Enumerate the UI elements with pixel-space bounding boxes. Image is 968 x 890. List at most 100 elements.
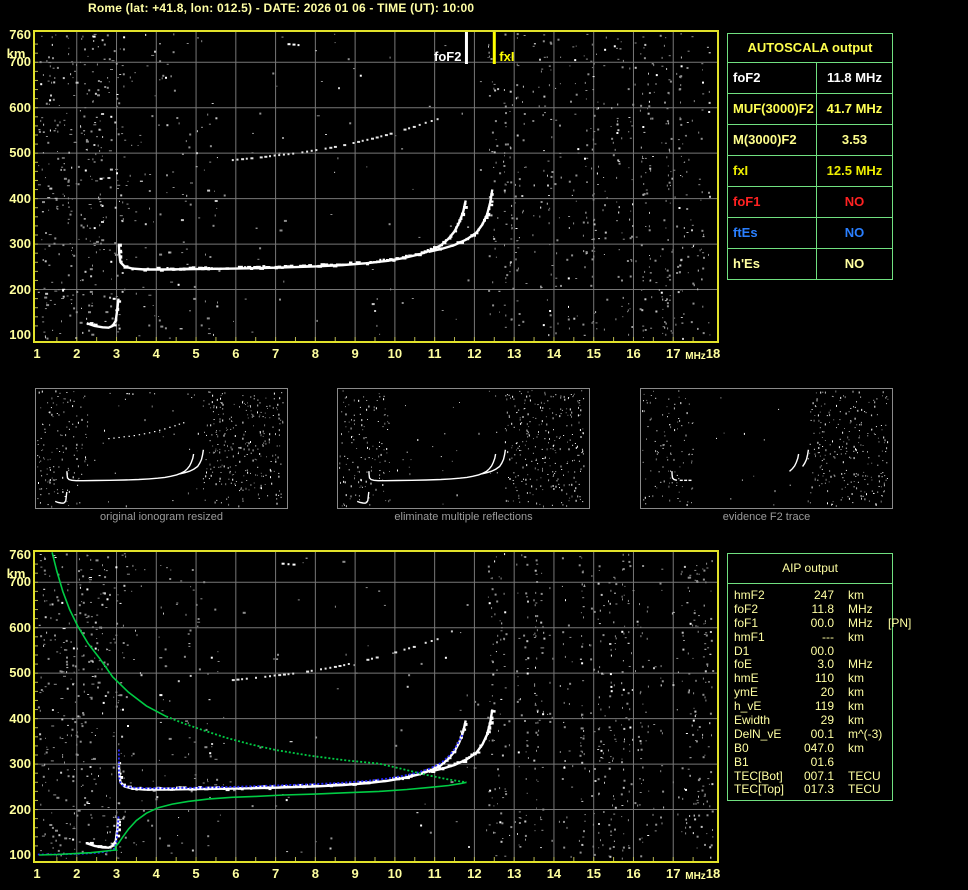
- marker-fxI: fxI: [492, 31, 514, 64]
- x-tick-label: 11: [427, 346, 442, 361]
- y-tick-label: 300: [9, 756, 31, 772]
- x-tick-label: 16: [626, 866, 641, 881]
- thumbnail-caption: evidence F2 trace: [722, 511, 811, 523]
- aip-value: 20: [820, 685, 834, 700]
- parameter-value: 41.7 MHz: [826, 101, 883, 116]
- y-tick-label: 100: [9, 846, 31, 862]
- parameter-name: M(3000)F2: [728, 125, 817, 155]
- ionogram-plot-profile: [33, 550, 719, 863]
- second-hop-echo: [231, 638, 439, 682]
- parameter-value: NO: [844, 194, 865, 209]
- aip-extra: [888, 631, 892, 645]
- aip-unit: TECU: [848, 768, 881, 783]
- aip-unit: [848, 645, 888, 659]
- parameter-name: MUF(3000)F2: [728, 94, 817, 124]
- aip-row-hve: h_vE 119 km: [734, 699, 892, 714]
- x-tick-label: 7: [271, 866, 280, 881]
- aip-label: ymE: [734, 685, 758, 700]
- svg-text:foF2: foF2: [434, 49, 461, 64]
- thumbnail-caption: eliminate multiple reflections: [394, 511, 533, 523]
- aip-extra: [888, 686, 892, 700]
- aip-value: 007.1: [803, 768, 834, 783]
- thumbnail-evidence-f2-trace: [640, 388, 893, 509]
- x-tick-label: 8: [311, 346, 319, 361]
- parameter-name: ftEs: [728, 218, 817, 248]
- aip-extra: [888, 672, 892, 686]
- x-tick-label: 1: [33, 346, 41, 361]
- x-tick-label: 4: [152, 346, 160, 361]
- aip-value: 110: [814, 671, 834, 686]
- aip-output-table: AIP output hmF2 247 km foF2 11.8 MHz foF1 00.0 M…: [727, 553, 911, 801]
- x-tick-label: 17: [666, 346, 681, 361]
- second-hop-echo: [231, 118, 439, 162]
- aip-value: 01.6: [810, 754, 834, 769]
- parameter-name: foF2: [728, 63, 817, 93]
- aip-unit: km: [848, 740, 864, 755]
- parameter-value: 11.8 MHz: [827, 70, 882, 85]
- aip-unit: km: [848, 713, 864, 728]
- aip-row-b0: B0 047.0 km: [734, 740, 892, 756]
- aip-label: D1: [734, 643, 750, 658]
- aip-value: 047.0: [803, 740, 834, 755]
- aip-unit: [848, 756, 888, 770]
- x-tick-label: 13: [506, 346, 522, 361]
- aip-unit: km: [848, 699, 864, 714]
- aip-unit: TECU: [848, 782, 881, 797]
- minor-ticks: [35, 43, 694, 341]
- y-tick-label: 500: [9, 145, 31, 161]
- aip-row-fof1: foF1 00.0 MHz [PN]: [734, 615, 911, 631]
- aip-row-foe: foE 3.0 MHz: [734, 658, 892, 672]
- x-tick-label: 16: [626, 346, 641, 361]
- aip-extra: [888, 645, 892, 659]
- parameter-name: h'Es: [728, 249, 817, 279]
- grid: [35, 552, 717, 861]
- aip-label: TEC[Top]: [734, 782, 785, 797]
- y-tick-label: 200: [9, 801, 31, 817]
- autoscala-row-fof2: foF2 11.8 MHz: [728, 63, 892, 94]
- thumbnail-caption: original ionogram resized: [100, 511, 223, 523]
- aip-unit: MHz: [848, 615, 873, 630]
- ionogram-plot-scaled: foF2 fxI: [33, 30, 719, 343]
- aip-extra: [888, 728, 892, 742]
- autoscala-row-ftes: ftEs NO: [728, 218, 892, 249]
- x-tick-label: 9: [351, 346, 359, 361]
- aip-label: hmF1: [734, 629, 765, 644]
- grid: [35, 32, 717, 341]
- aip-extra: [PN]: [888, 615, 912, 630]
- x-tick-label: 11: [427, 866, 442, 881]
- aip-row-tectop: TEC[Top] 017.3 TECU: [734, 783, 892, 797]
- x-tick-label: 10: [387, 346, 403, 361]
- aip-value: 00.0: [810, 615, 834, 630]
- parameter-name: foF1: [728, 187, 817, 217]
- aip-row-d1: D1 00.0: [734, 643, 892, 659]
- aip-value: 119: [814, 699, 834, 714]
- aip-value: 00.1: [810, 726, 834, 741]
- third-hop-fragments: [281, 562, 296, 566]
- autoscala-output-table-header: AUTOSCALA output: [728, 34, 892, 63]
- marker-foF2: foF2: [434, 31, 468, 64]
- autoscala-output-table: AUTOSCALA output foF2 11.8 MHz MUF(3000)F2…: [727, 33, 893, 280]
- x-axis-unit: MHz: [685, 871, 706, 882]
- y-tick-label: 400: [9, 190, 31, 206]
- aip-label: hmF2: [734, 588, 765, 602]
- aip-label: Ewidth: [734, 713, 771, 728]
- x-tick-label: 13: [506, 866, 522, 881]
- noise-layer: [37, 553, 715, 860]
- aip-row-hmf1: hmF1 --- km: [734, 629, 892, 645]
- aip-extra: [888, 714, 892, 728]
- x-tick-label: 17: [666, 866, 681, 881]
- aip-row-delnve: DelN_vE 00.1 m^(-3): [734, 726, 892, 742]
- x-tick-label: 3: [112, 866, 121, 881]
- aip-row-hme: hmE 110 km: [734, 671, 892, 686]
- autoscala-row-hes: h'Es NO: [728, 249, 892, 279]
- x-tick-label: 15: [586, 346, 601, 361]
- noise-layer: [37, 33, 711, 340]
- x-tick-label: 6: [232, 866, 240, 881]
- y-tick-label: 760: [9, 27, 31, 42]
- aip-row-b1: B1 01.6: [734, 754, 892, 770]
- aip-label: B1: [734, 754, 749, 769]
- x-tick-label: 2: [73, 346, 81, 361]
- x-tick-label: 7: [271, 346, 280, 361]
- aip-extra: [888, 756, 892, 770]
- third-hop-fragments: [287, 43, 300, 47]
